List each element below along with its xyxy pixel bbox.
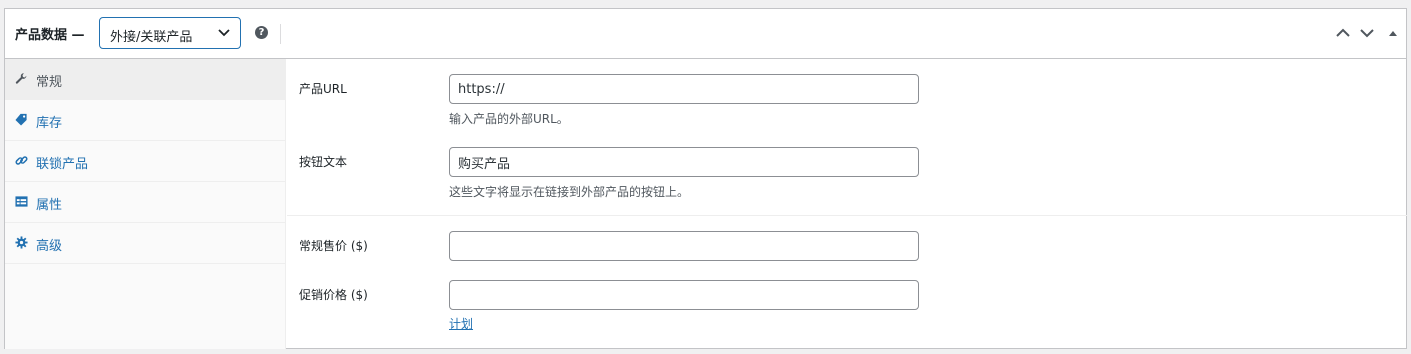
regular-price-label: 常规售价 ($) <box>299 239 368 253</box>
tag-icon <box>15 113 27 126</box>
sale-price-input[interactable] <box>449 280 919 310</box>
product-url-input[interactable] <box>449 74 919 104</box>
tab-label: 库存 <box>36 116 63 131</box>
gear-icon <box>15 236 28 249</box>
product-type-select[interactable]: 外接/关联产品 <box>99 17 241 49</box>
product-type-value: 外接/关联产品 <box>110 30 193 45</box>
tab-linked-products[interactable]: 联锁产品 <box>5 141 285 182</box>
product-data-tabs: 常规 库存 联锁产品 属性 高级 <box>5 59 286 349</box>
link-icon <box>15 156 28 165</box>
section-divider <box>287 215 1407 216</box>
collapse-toggle-icon[interactable] <box>1388 27 1398 39</box>
tab-general[interactable]: 常规 <box>5 59 285 100</box>
move-down-icon[interactable] <box>1360 27 1374 39</box>
product-url-description: 输入产品的外部URL。 <box>449 112 569 126</box>
button-text-label: 按钮文本 <box>299 155 348 169</box>
schedule-link[interactable]: 计划 <box>449 315 473 332</box>
tab-attributes[interactable]: 属性 <box>5 182 285 223</box>
tab-advanced[interactable]: 高级 <box>5 223 285 264</box>
button-text-description: 这些文字将显示在链接到外部产品的按钮上。 <box>449 185 690 199</box>
chevron-down-icon <box>218 29 230 37</box>
regular-price-input[interactable] <box>449 231 919 261</box>
product-url-label: 产品URL <box>299 82 347 96</box>
button-text-input[interactable] <box>449 147 919 177</box>
panel-header: 产品数据 — 外接/关联产品 ? <box>5 9 1406 59</box>
move-up-icon[interactable] <box>1336 27 1350 39</box>
tab-label: 属性 <box>36 198 63 213</box>
wrench-icon <box>15 73 27 84</box>
tab-label: 联锁产品 <box>36 157 89 172</box>
panel-title: 产品数据 — <box>15 28 85 43</box>
table-icon <box>15 196 28 207</box>
product-data-panel: 产品数据 — 外接/关联产品 ? 常规 库存 联锁产品 属性 高级 产品URL … <box>4 8 1407 349</box>
sale-price-label: 促销价格 ($) <box>299 288 368 302</box>
header-divider <box>280 24 281 44</box>
help-icon[interactable]: ? <box>255 26 268 39</box>
general-options-form: 产品URL 输入产品的外部URL。 按钮文本 这些文字将显示在链接到外部产品的按… <box>287 59 1407 349</box>
tab-label: 高级 <box>36 239 63 254</box>
tab-inventory[interactable]: 库存 <box>5 100 285 141</box>
tab-label: 常规 <box>36 75 63 90</box>
